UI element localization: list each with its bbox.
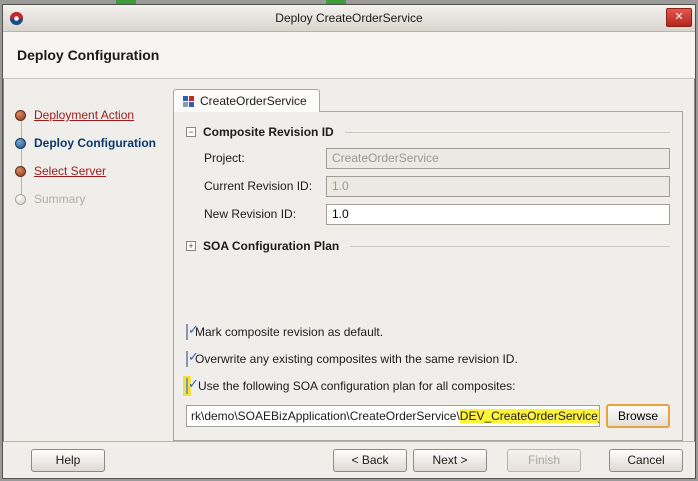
main-panel: CreateOrderService − Composite Revision … (173, 79, 695, 441)
title-bar: Deploy CreateOrderService ✕ (3, 5, 695, 32)
window-title: Deploy CreateOrderService (275, 11, 423, 25)
current-revision-field: 1.0 (326, 175, 670, 197)
button-bar: Help < Back Next > Finish Cancel (3, 441, 695, 478)
sidebar-step-select-server[interactable]: Select Server (15, 157, 173, 185)
new-revision-label: New Revision ID: (204, 207, 297, 221)
finish-button: Finish (507, 448, 581, 472)
config-plan-path-field[interactable]: rk\demo\SOAEBizApplication\CreateOrderSe… (186, 405, 600, 427)
deploy-dialog: Deploy CreateOrderService ✕ Deploy Confi… (2, 4, 696, 479)
sidebar-step-deploy-configuration[interactable]: Deploy Configuration (15, 129, 173, 157)
tab-label: CreateOrderService (200, 94, 307, 108)
deploy-configuration-panel: − Composite Revision ID Project: CreateO… (173, 111, 683, 441)
step-link[interactable]: Deployment Action (34, 108, 134, 122)
path-prefix-text: rk\demo\SOAEBizApplication\CreateOrderSe… (191, 409, 460, 423)
collapse-icon[interactable]: − (186, 127, 196, 137)
section-rule (350, 245, 670, 247)
step-link[interactable]: Select Server (34, 164, 106, 178)
step-label-current: Deploy Configuration (34, 136, 156, 150)
project-label: Project: (204, 151, 245, 165)
overwrite-checkbox[interactable]: ✓ (186, 349, 199, 367)
new-revision-field[interactable]: 1.0 (326, 203, 670, 225)
options-group: ✓ Mark composite revision as default. ✓ … (183, 318, 670, 430)
step-label-disabled: Summary (34, 192, 86, 206)
check-icon: ✓ (188, 375, 199, 391)
section-rule (344, 131, 670, 133)
check-icon: ✓ (188, 321, 199, 337)
expand-icon[interactable]: + (186, 241, 196, 251)
cancel-button[interactable]: Cancel (609, 448, 683, 472)
use-config-plan-checkbox[interactable]: ✓ (186, 376, 199, 394)
checkbox-row-config-plan: ✓ Use the following SOA configuration pl… (183, 372, 670, 399)
checkbox-label: Mark composite revision as default. (195, 324, 384, 339)
current-revision-row: Current Revision ID: 1.0 (186, 172, 670, 200)
wizard-header: Deploy Configuration (3, 32, 695, 79)
composite-icon (183, 95, 194, 107)
section-soa-configuration-plan: + SOA Configuration Plan (186, 234, 670, 258)
section-title: Composite Revision ID (203, 125, 334, 139)
page-title: Deploy Configuration (17, 47, 160, 63)
step-dot-icon (15, 165, 26, 177)
back-button[interactable]: < Back (333, 448, 407, 472)
next-button[interactable]: Next > (413, 448, 487, 472)
sidebar-step-summary: Summary (15, 185, 173, 213)
app-logo-icon (9, 11, 24, 26)
checkbox-row-overwrite: ✓ Overwrite any existing composites with… (186, 345, 670, 372)
checkbox-label: Use the following SOA configuration plan… (198, 378, 516, 393)
config-plan-path-row: rk\demo\SOAEBizApplication\CreateOrderSe… (186, 402, 670, 430)
checkbox-label: Overwrite any existing composites with t… (195, 351, 518, 366)
section-title: SOA Configuration Plan (203, 239, 340, 253)
check-icon: ✓ (188, 348, 199, 364)
close-button[interactable]: ✕ (666, 8, 692, 27)
checkbox-row-default-revision: ✓ Mark composite revision as default. (186, 318, 670, 345)
step-dot-icon (15, 193, 26, 205)
help-button[interactable]: Help (31, 448, 105, 472)
section-composite-revision-id: − Composite Revision ID (186, 120, 670, 144)
highlight-marker: ✓ (183, 375, 199, 396)
project-row: Project: CreateOrderService (186, 144, 670, 172)
browse-button[interactable]: Browse (605, 404, 670, 428)
project-field: CreateOrderService (326, 147, 670, 169)
mark-default-checkbox[interactable]: ✓ (186, 322, 199, 340)
step-dot-icon (15, 109, 26, 121)
step-dot-icon (15, 137, 26, 149)
new-revision-row: New Revision ID: 1.0 (186, 200, 670, 228)
path-highlighted-filename: DEV_CreateOrderService_cfgplan.xml (459, 409, 599, 423)
wizard-steps-sidebar: Deployment Action Deploy Configuration S… (3, 79, 173, 441)
current-revision-label: Current Revision ID: (204, 179, 313, 193)
sidebar-step-deployment-action[interactable]: Deployment Action (15, 101, 173, 129)
tab-createorderservice[interactable]: CreateOrderService (173, 89, 320, 112)
